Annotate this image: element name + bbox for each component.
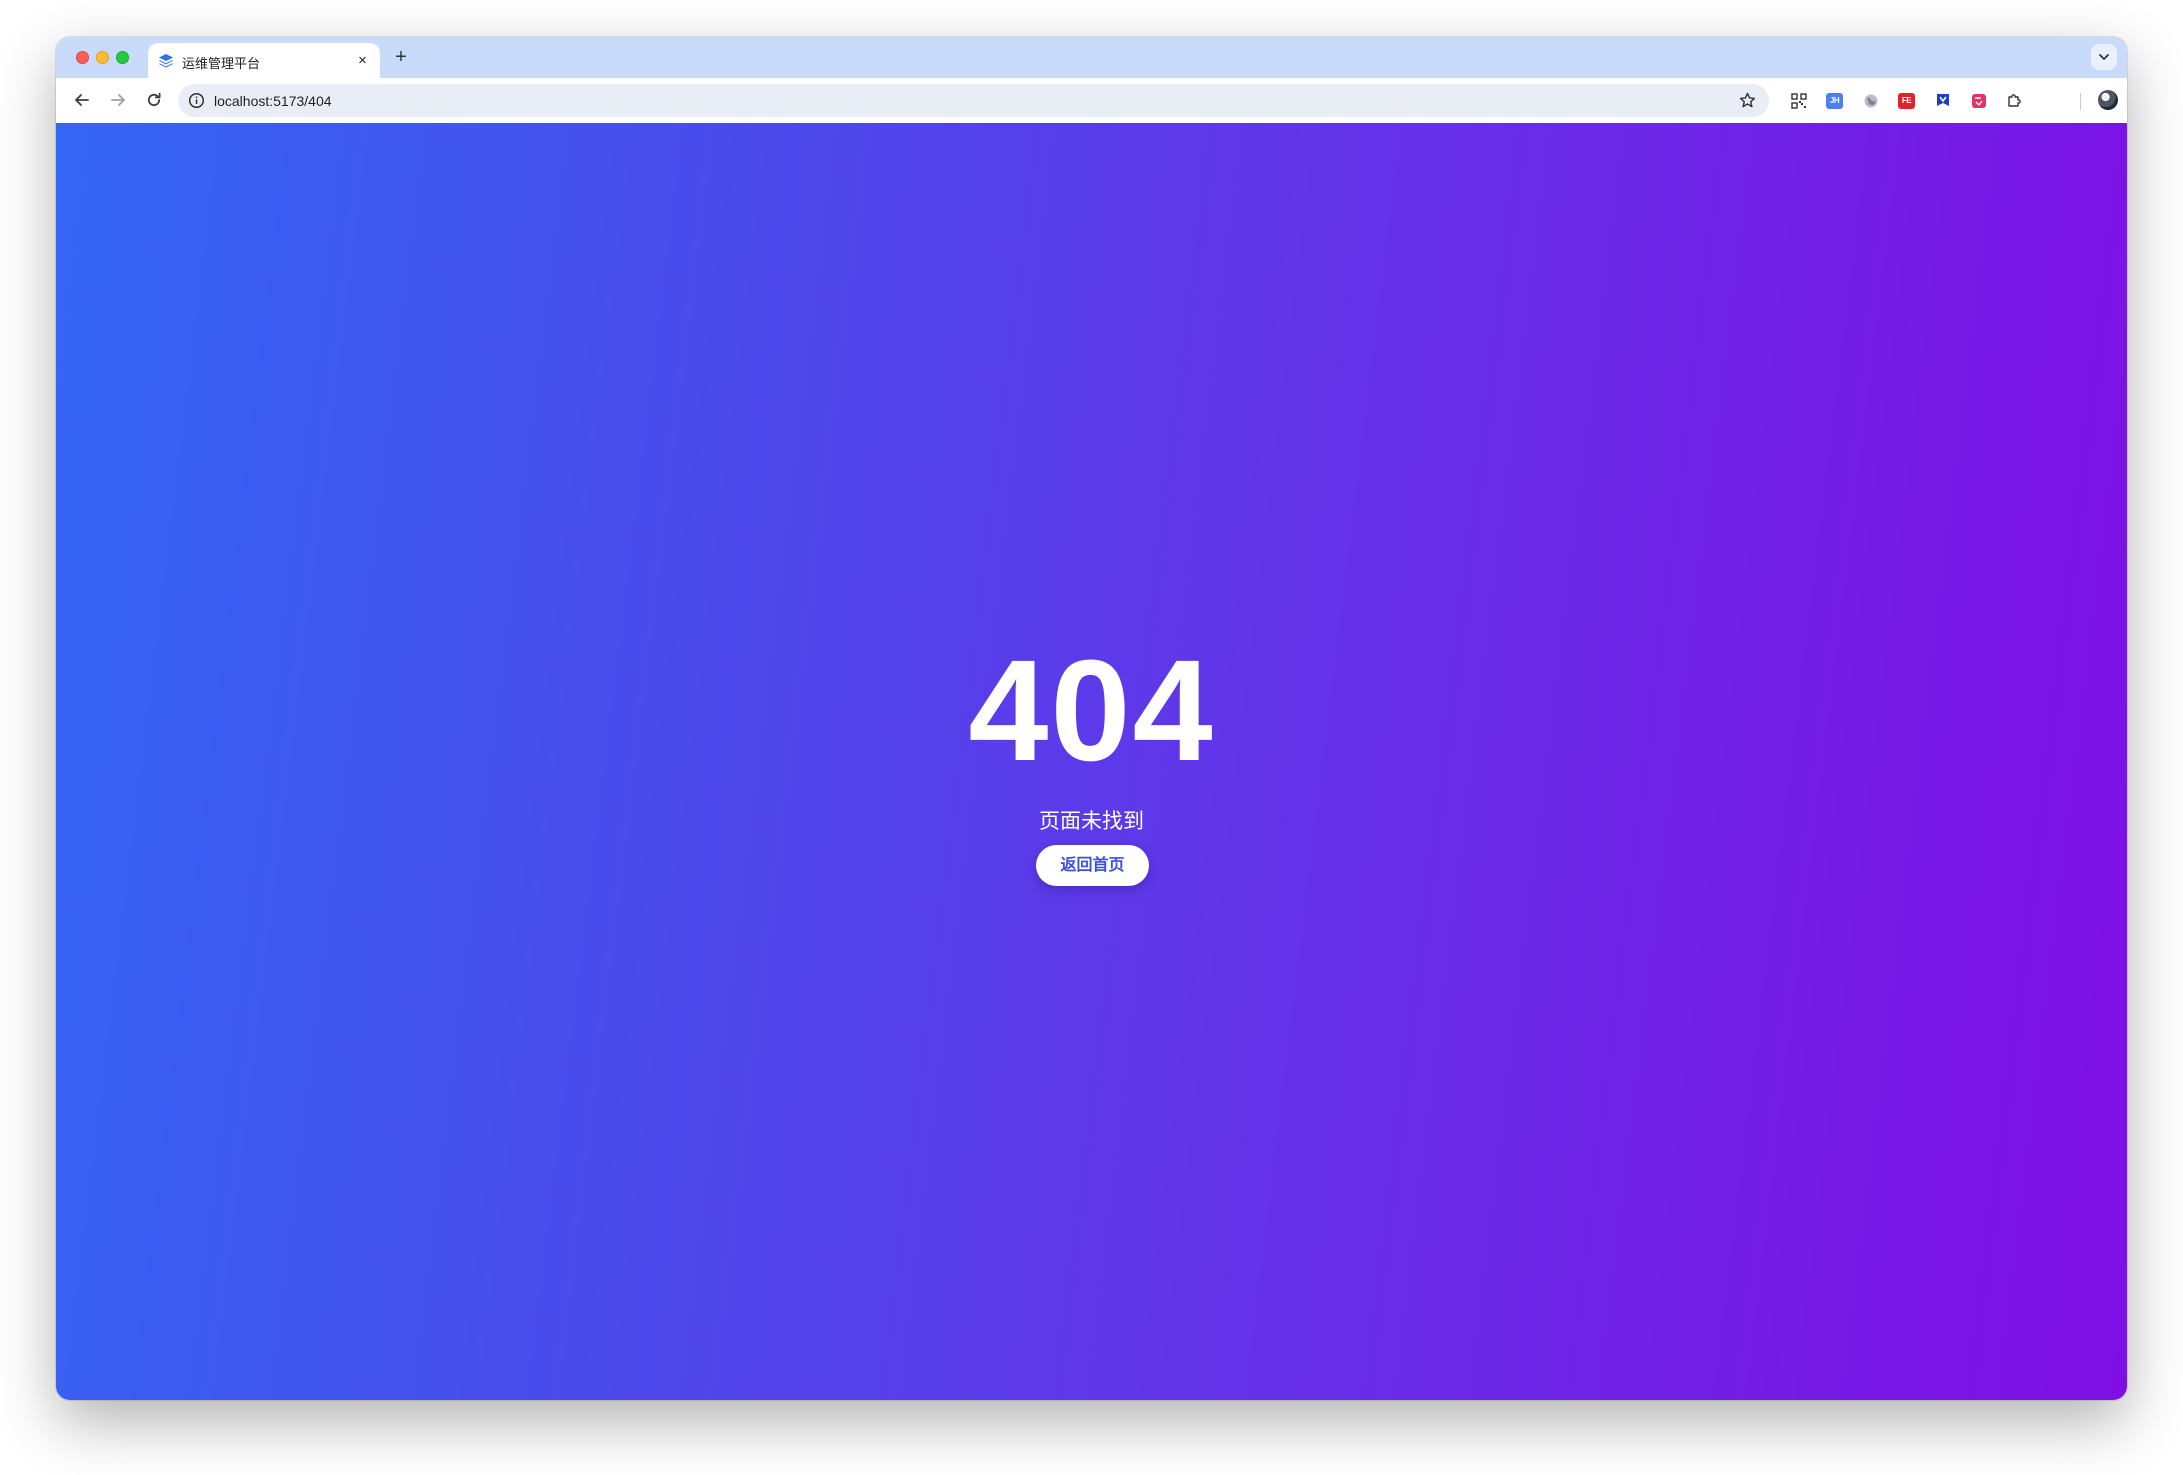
tab-search-button[interactable]: [2091, 44, 2117, 70]
info-icon[interactable]: [188, 92, 205, 109]
reload-icon: [147, 92, 161, 107]
new-tab-button[interactable]: +: [389, 45, 413, 69]
active-tab[interactable]: 运维管理平台 ×: [148, 43, 380, 78]
address-bar[interactable]: localhost:5173/404: [178, 84, 1769, 117]
layers-icon: [159, 54, 173, 68]
toolbar-divider: [2080, 93, 2081, 110]
forward-button[interactable]: [106, 88, 130, 112]
globe-extension-icon[interactable]: [1861, 91, 1880, 110]
reload-button[interactable]: [142, 88, 166, 112]
back-button[interactable]: [70, 88, 94, 112]
error-message: 页面未找到: [1039, 810, 1144, 833]
browser-toolbar: localhost:5173/404 JH FE: [56, 78, 2127, 123]
minimize-window-button[interactable]: [96, 51, 109, 64]
bookmark-shield-icon: [1936, 93, 1949, 106]
profile-avatar[interactable]: [2098, 90, 2118, 110]
blue-extension-icon[interactable]: [1933, 91, 1952, 110]
jh-badge: JH: [1826, 92, 1843, 109]
arrow-right-icon: [111, 94, 125, 106]
qr-code-icon: [1790, 92, 1807, 109]
tab-close-button[interactable]: ×: [353, 51, 372, 70]
fe-badge: FE: [1898, 92, 1915, 109]
browser-window: 运维管理平台 × + localhost:5173/404 JH FE 404 …: [56, 37, 2127, 1400]
back-home-button[interactable]: 返回首页: [1036, 845, 1149, 886]
globe-icon: [1864, 94, 1877, 107]
url-text[interactable]: localhost:5173/404: [214, 93, 332, 109]
tab-strip: 运维管理平台 × +: [56, 37, 2127, 78]
arrow-left-icon: [75, 94, 89, 106]
chevron-down-icon: [2099, 54, 2109, 60]
puzzle-icon: [2008, 94, 2021, 107]
tab-title: 运维管理平台: [182, 56, 261, 71]
fe-extension-icon[interactable]: FE: [1897, 91, 1916, 110]
translate-icon: [1971, 93, 1986, 108]
bookmark-star-icon[interactable]: [1738, 91, 1757, 110]
error-code: 404: [968, 630, 1215, 791]
close-window-button[interactable]: [76, 51, 89, 64]
page-viewport: 404 页面未找到 返回首页: [56, 123, 2127, 1400]
jh-extension-icon[interactable]: JH: [1825, 91, 1844, 110]
translate-extension-icon[interactable]: [1969, 91, 1988, 110]
maximize-window-button[interactable]: [116, 51, 129, 64]
puzzle-extensions-icon[interactable]: [2005, 91, 2024, 110]
qr-code-extension-icon[interactable]: [1789, 91, 1808, 110]
